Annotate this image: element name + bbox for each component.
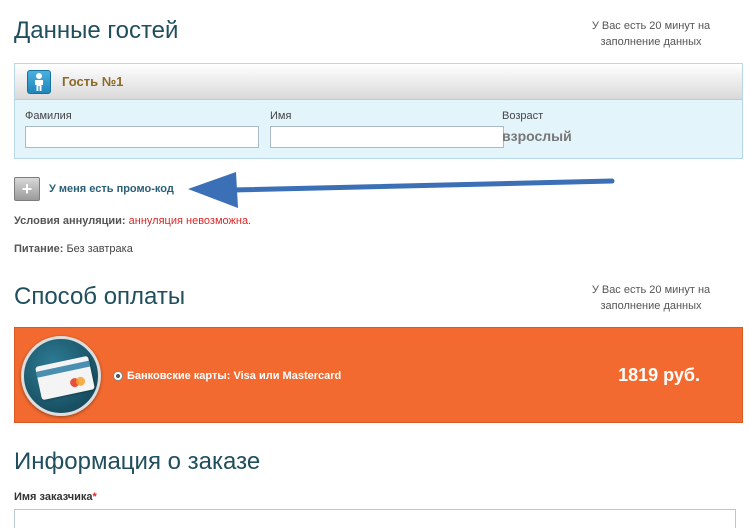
payment-option-card[interactable]: Банковские карты: Visa или Mastercard 18… bbox=[14, 327, 743, 423]
customer-name-label-text: Имя заказчика bbox=[14, 491, 93, 503]
guests-section-title: Данные гостей bbox=[14, 17, 179, 44]
name-input[interactable] bbox=[270, 126, 504, 148]
meals-line: Питание: Без завтрака bbox=[14, 243, 133, 255]
order-info-title: Информация о заказе bbox=[14, 448, 261, 475]
person-icon bbox=[27, 70, 51, 94]
mastercard-yellow-dot bbox=[75, 376, 86, 387]
payment-timer-note: У Вас есть 20 минут на заполнение данных bbox=[576, 282, 726, 314]
cancellation-line: Условия аннуляции: аннуляция невозможна. bbox=[14, 215, 251, 227]
payment-radio[interactable] bbox=[113, 371, 123, 381]
radio-selected-dot bbox=[116, 374, 120, 378]
name-label: Имя bbox=[270, 110, 292, 122]
age-label: Возраст bbox=[502, 110, 544, 122]
plus-icon: + bbox=[21, 179, 33, 199]
customer-name-input[interactable] bbox=[14, 509, 736, 528]
guest-card: Гость №1 Фамилия Имя Возраст взрослый bbox=[14, 63, 743, 159]
age-value: взрослый bbox=[502, 128, 572, 144]
customer-name-label: Имя заказчика* bbox=[14, 491, 97, 503]
timer-note-line2: заполнение данных bbox=[600, 300, 702, 312]
payment-price: 1819 руб. bbox=[618, 365, 700, 385]
timer-note-line2: заполнение данных bbox=[600, 36, 702, 48]
timer-note-line1: У Вас есть 20 минут на bbox=[591, 20, 711, 32]
surname-input[interactable] bbox=[25, 126, 259, 148]
required-mark: * bbox=[92, 491, 97, 503]
guest-title: Гость №1 bbox=[62, 74, 124, 89]
cancellation-value: аннуляция невозможна. bbox=[128, 215, 252, 227]
guest-header: Гость №1 bbox=[15, 64, 742, 100]
promo-toggle-button[interactable]: + bbox=[14, 177, 40, 201]
guests-timer-note: У Вас есть 20 минут на заполнение данных bbox=[576, 18, 726, 50]
card-stripe bbox=[36, 360, 91, 378]
payment-section-title: Способ оплаты bbox=[14, 283, 186, 310]
cancellation-label: Условия аннуляции: bbox=[14, 215, 126, 227]
bank-card-icon bbox=[21, 336, 101, 416]
promo-code-link[interactable]: У меня есть промо-код bbox=[49, 183, 174, 195]
card-graphic bbox=[35, 355, 95, 401]
payment-option-label[interactable]: Банковские карты: Visa или Mastercard bbox=[127, 370, 341, 382]
surname-label: Фамилия bbox=[25, 110, 72, 122]
meals-label: Питание: bbox=[14, 243, 64, 255]
timer-note-line1: У Вас есть 20 минут на bbox=[591, 284, 711, 296]
meals-value: Без завтрака bbox=[66, 243, 133, 255]
